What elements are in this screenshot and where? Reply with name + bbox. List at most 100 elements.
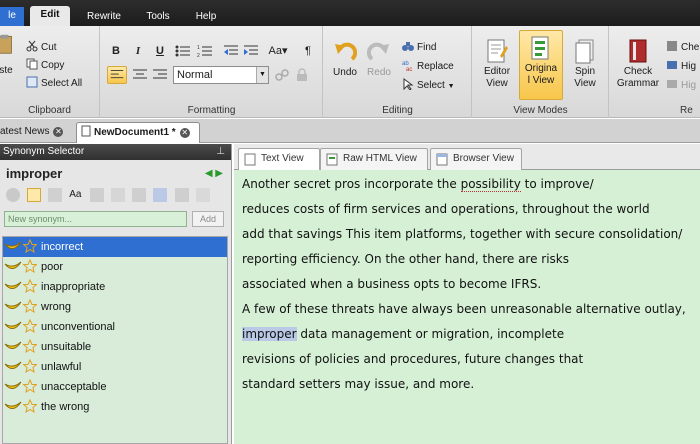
select-button[interactable]: Select ▼: [402, 78, 455, 94]
synonym-label: incorrect: [41, 241, 84, 253]
menu-edit[interactable]: Edit: [30, 6, 70, 26]
change-case-button[interactable]: Aa▾: [265, 42, 291, 60]
menu-rewrite[interactable]: Rewrite: [78, 8, 130, 26]
numbered-list-icon[interactable]: 12: [197, 44, 213, 58]
synonym-item[interactable]: unsuitable: [3, 337, 227, 357]
tab-latest-news[interactable]: atest News ✕: [0, 122, 72, 143]
undo-button[interactable]: Undo: [330, 40, 360, 79]
text-segment: add that savings This item platforms, to…: [242, 227, 683, 241]
pin-icon[interactable]: ⊥: [216, 144, 225, 160]
paragraph-marks-button[interactable]: ¶: [299, 42, 317, 60]
delete-icon[interactable]: [174, 188, 189, 202]
original-view-button[interactable]: Original View: [519, 30, 563, 100]
align-center-icon[interactable]: [131, 66, 149, 84]
banana-icon: [4, 241, 22, 249]
new-synonym-input[interactable]: New synonym...: [4, 211, 187, 227]
star-icon[interactable]: [23, 339, 37, 353]
formatting-group: B I U 12 Aa▾ ¶ Normal ▼ Formatting: [101, 26, 323, 118]
scissors-icon: [26, 40, 38, 52]
text-segment: revisions of policies and procedures, fu…: [242, 352, 584, 366]
next-arrow-icon[interactable]: ▶: [215, 168, 223, 179]
close-icon[interactable]: ✕: [53, 127, 64, 137]
find-button[interactable]: Find: [402, 40, 436, 56]
highlight-button-2[interactable]: Hig: [666, 78, 696, 94]
lock-icon[interactable]: [295, 68, 309, 82]
cursor-icon: [403, 78, 414, 90]
replace-button[interactable]: ab ac Replace: [402, 59, 454, 75]
highlight-icon: [667, 80, 677, 88]
synonym-item[interactable]: incorrect: [3, 237, 227, 257]
paste-button[interactable]: ste: [0, 26, 18, 77]
star-icon[interactable]: [23, 399, 37, 413]
bold-button[interactable]: B: [107, 42, 125, 60]
synonym-item[interactable]: unacceptable: [3, 377, 227, 397]
link-icon[interactable]: [275, 68, 289, 82]
menu-tools[interactable]: Tools: [136, 8, 180, 26]
document-tabs: atest News ✕ NewDocument1 * ✕: [0, 119, 700, 143]
prev-arrow-icon[interactable]: ◀: [205, 168, 213, 179]
synonym-item[interactable]: wrong: [3, 297, 227, 317]
spell-icon[interactable]: [27, 188, 42, 202]
align-left-icon[interactable]: [107, 66, 127, 84]
bullet-list-icon[interactable]: [175, 44, 191, 58]
synonym-list: incorrect poor inappropriate wrong uncon…: [2, 236, 228, 444]
star-tool-icon[interactable]: [111, 188, 126, 202]
highlight-button-1[interactable]: Hig: [666, 59, 696, 75]
paste-label: ste: [0, 65, 13, 76]
tab-raw-html-view[interactable]: Raw HTML View: [320, 148, 428, 170]
align-right-icon[interactable]: [151, 66, 169, 84]
star-icon[interactable]: [23, 319, 37, 333]
more-icon[interactable]: [195, 188, 210, 202]
synonym-item[interactable]: unlawful: [3, 357, 227, 377]
text-line: A few of these threats have always been …: [242, 302, 686, 316]
italic-button[interactable]: I: [129, 42, 147, 60]
flag-icon[interactable]: [132, 188, 147, 202]
menu-file[interactable]: le: [0, 7, 24, 26]
ribbon: ste Cut Copy Select All Clipboard B I U …: [0, 26, 700, 118]
star-icon[interactable]: [23, 299, 37, 313]
synonym-item[interactable]: poor: [3, 257, 227, 277]
merge-icon[interactable]: [153, 188, 168, 202]
star-icon[interactable]: [23, 259, 37, 273]
selected-word[interactable]: improper: [242, 327, 297, 341]
indent-icon[interactable]: [243, 44, 259, 58]
add-synonym-button[interactable]: Add: [192, 211, 224, 227]
synonym-item[interactable]: inappropriate: [3, 277, 227, 297]
close-icon[interactable]: ✕: [179, 128, 190, 138]
check-button[interactable]: Che: [666, 40, 699, 56]
spin-view-icon: [575, 39, 594, 64]
tab-browser-view[interactable]: Browser View: [430, 148, 522, 170]
synonym-item[interactable]: unconventional: [3, 317, 227, 337]
spin-view-button[interactable]: Spin View: [565, 38, 605, 90]
select-chevron-icon: ▼: [447, 83, 455, 90]
document-icon: [81, 125, 91, 137]
people-icon[interactable]: [90, 188, 105, 202]
spell-alt-icon[interactable]: [48, 188, 63, 202]
star-icon[interactable]: [23, 239, 37, 253]
synonym-item[interactable]: the wrong: [3, 397, 227, 417]
copy-button[interactable]: Copy: [26, 58, 64, 74]
redo-button[interactable]: Redo: [364, 40, 394, 79]
tab-new-document-label: NewDocument1 *: [94, 127, 176, 138]
underline-button[interactable]: U: [151, 42, 169, 60]
tab-new-document[interactable]: NewDocument1 * ✕: [76, 122, 200, 143]
cut-button[interactable]: Cut: [26, 40, 57, 56]
case-icon[interactable]: Aa: [69, 188, 83, 202]
synonym-panel: Synonym Selector ⊥ improper ◀ ▶ Aa New s…: [0, 144, 232, 444]
synonym-panel-title: Synonym Selector: [3, 146, 85, 157]
tab-text-view[interactable]: Text View: [238, 148, 320, 171]
text-area[interactable]: Another secret pros incorporate the poss…: [234, 170, 700, 444]
star-icon[interactable]: [23, 279, 37, 293]
banana-icon: [4, 301, 22, 309]
menu-help[interactable]: Help: [186, 8, 226, 26]
settings-icon[interactable]: [6, 188, 20, 202]
select-all-button[interactable]: Select All: [26, 76, 82, 92]
editor-view-button[interactable]: Editor View: [477, 38, 517, 90]
grammar-book-icon: [629, 39, 647, 63]
check-grammar-button[interactable]: Check Grammar: [614, 38, 662, 90]
text-line: add that savings This item platforms, to…: [242, 227, 682, 241]
star-icon[interactable]: [23, 359, 37, 373]
outdent-icon[interactable]: [223, 44, 239, 58]
star-icon[interactable]: [23, 379, 37, 393]
style-select[interactable]: Normal ▼: [173, 66, 269, 84]
